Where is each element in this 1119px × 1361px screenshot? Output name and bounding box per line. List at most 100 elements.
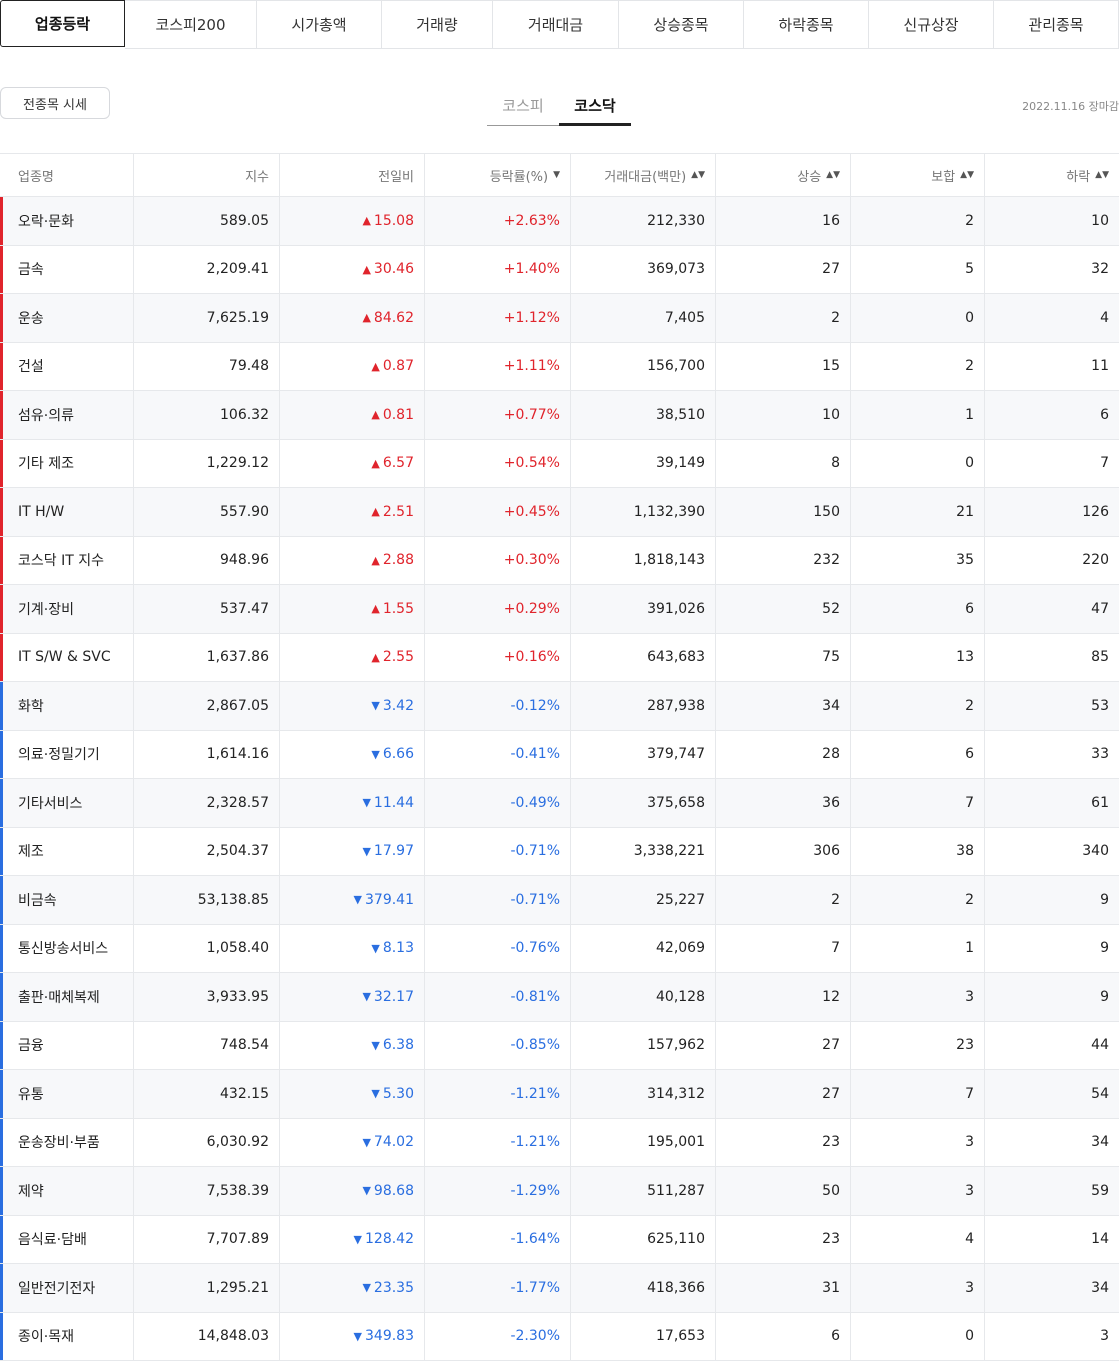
sector-name[interactable]: 운송장비·부품	[0, 1119, 134, 1167]
table-header: 업종명 지수 전일비 등락률(%)▼ 거래대금(백만)▲▼ 상승▲▼ 보합▲▼ …	[0, 154, 1119, 197]
sector-name[interactable]: 기타서비스	[0, 779, 134, 827]
sector-name[interactable]: 건설	[0, 343, 134, 391]
tab-kosdaq[interactable]: 코스닥	[559, 86, 631, 124]
sector-name[interactable]: 기계·장비	[0, 585, 134, 633]
change-value: ▼11.44	[280, 779, 425, 827]
sector-name[interactable]: 섬유·의류	[0, 391, 134, 439]
table-row[interactable]: 금융748.54▼6.38-0.85%157,962272344	[0, 1022, 1119, 1071]
flat-count: 0	[851, 1313, 985, 1361]
trading-value: 25,227	[571, 876, 716, 924]
table-row[interactable]: 일반전기전자1,295.21▼23.35-1.77%418,36631334	[0, 1264, 1119, 1313]
change-rate: -0.85%	[425, 1022, 571, 1070]
sector-name[interactable]: 제조	[0, 828, 134, 876]
sort-icon[interactable]: ▲▼	[960, 170, 974, 180]
sector-name[interactable]: 출판·매체복제	[0, 973, 134, 1021]
tab-kospi[interactable]: 코스피	[487, 86, 559, 124]
table-row[interactable]: 화학2,867.05▼3.42-0.12%287,93834253	[0, 682, 1119, 731]
table-row[interactable]: 비금속53,138.85▼379.41-0.71%25,227229	[0, 876, 1119, 925]
sector-name[interactable]: IT S/W & SVC	[0, 634, 134, 682]
sector-name[interactable]: IT H/W	[0, 488, 134, 536]
col-change: 전일비	[280, 154, 425, 196]
tab-sector[interactable]: 업종등락	[0, 0, 125, 47]
col-rise[interactable]: 상승▲▼	[716, 154, 851, 196]
change-rate: +1.12%	[425, 294, 571, 342]
table-row[interactable]: 제약7,538.39▼98.68-1.29%511,28750359	[0, 1167, 1119, 1216]
change-value: ▼5.30	[280, 1070, 425, 1118]
table-row[interactable]: 운송장비·부품6,030.92▼74.02-1.21%195,00123334	[0, 1119, 1119, 1168]
table-row[interactable]: 의료·정밀기기1,614.16▼6.66-0.41%379,74728633	[0, 731, 1119, 780]
sector-name[interactable]: 오락·문화	[0, 197, 134, 245]
tab-rising[interactable]: 상승종목	[619, 0, 744, 49]
rise-count: 2	[716, 876, 851, 924]
change-number: 0.81	[383, 407, 414, 423]
table-row[interactable]: 오락·문화589.05▲15.08+2.63%212,33016210	[0, 197, 1119, 246]
sort-icon[interactable]: ▲▼	[1095, 170, 1109, 180]
table-row[interactable]: 금속2,209.41▲30.46+1.40%369,07327532	[0, 246, 1119, 295]
sort-icon[interactable]: ▲▼	[826, 170, 840, 180]
sector-name[interactable]: 금속	[0, 246, 134, 294]
direction-bar	[0, 294, 3, 342]
index-value: 748.54	[134, 1022, 280, 1070]
table-row[interactable]: 출판·매체복제3,933.95▼32.17-0.81%40,1281239	[0, 973, 1119, 1022]
change-value: ▼379.41	[280, 876, 425, 924]
sort-icon[interactable]: ▲▼	[691, 170, 705, 180]
tab-falling[interactable]: 하락종목	[744, 0, 869, 49]
sector-name[interactable]: 운송	[0, 294, 134, 342]
sector-name[interactable]: 종이·목재	[0, 1313, 134, 1361]
trading-value: 3,338,221	[571, 828, 716, 876]
table-row[interactable]: IT H/W557.90▲2.51+0.45%1,132,39015021126	[0, 488, 1119, 537]
col-fall[interactable]: 하락▲▼	[985, 154, 1119, 196]
col-trading-value[interactable]: 거래대금(백만) ▲▼	[571, 154, 716, 196]
table-row[interactable]: 기계·장비537.47▲1.55+0.29%391,02652647	[0, 585, 1119, 634]
change-rate: +0.77%	[425, 391, 571, 439]
table-row[interactable]: 유통432.15▼5.30-1.21%314,31227754	[0, 1070, 1119, 1119]
table-row[interactable]: 기타 제조1,229.12▲6.57+0.54%39,149807	[0, 440, 1119, 489]
tab-kospi200[interactable]: 코스피200	[125, 0, 257, 49]
table-row[interactable]: 종이·목재14,848.03▼349.83-2.30%17,653603	[0, 1313, 1119, 1361]
direction-bar	[0, 828, 3, 876]
sector-name[interactable]: 일반전기전자	[0, 1264, 134, 1312]
sector-name[interactable]: 금융	[0, 1022, 134, 1070]
change-number: 3.42	[383, 698, 414, 714]
sector-name[interactable]: 의료·정밀기기	[0, 731, 134, 779]
table-row[interactable]: 코스닥 IT 지수948.96▲2.88+0.30%1,818,14323235…	[0, 537, 1119, 586]
change-rate: +0.54%	[425, 440, 571, 488]
sector-name[interactable]: 음식료·담배	[0, 1216, 134, 1264]
tab-new-listing[interactable]: 신규상장	[869, 0, 994, 49]
col-rate[interactable]: 등락률(%)▼	[425, 154, 571, 196]
table-row[interactable]: 섬유·의류106.32▲0.81+0.77%38,5101016	[0, 391, 1119, 440]
sector-name[interactable]: 기타 제조	[0, 440, 134, 488]
sector-name[interactable]: 유통	[0, 1070, 134, 1118]
direction-bar	[0, 779, 3, 827]
fall-count: 9	[985, 925, 1119, 973]
table-row[interactable]: 운송7,625.19▲84.62+1.12%7,405204	[0, 294, 1119, 343]
trading-value: 1,132,390	[571, 488, 716, 536]
col-flat[interactable]: 보합▲▼	[851, 154, 985, 196]
table-row[interactable]: 기타서비스2,328.57▼11.44-0.49%375,65836761	[0, 779, 1119, 828]
sort-desc-icon[interactable]: ▼	[553, 170, 560, 180]
sector-name[interactable]: 비금속	[0, 876, 134, 924]
triangle-down-icon: ▼	[371, 1039, 379, 1052]
rise-count: 232	[716, 537, 851, 585]
table-row[interactable]: 건설79.48▲0.87+1.11%156,70015211	[0, 343, 1119, 392]
table-row[interactable]: 제조2,504.37▼17.97-0.71%3,338,22130638340	[0, 828, 1119, 877]
sector-name[interactable]: 제약	[0, 1167, 134, 1215]
rise-count: 2	[716, 294, 851, 342]
table-row[interactable]: 음식료·담배7,707.89▼128.42-1.64%625,11023414	[0, 1216, 1119, 1265]
sector-name[interactable]: 통신방송서비스	[0, 925, 134, 973]
flat-count: 13	[851, 634, 985, 682]
change-number: 30.46	[374, 261, 414, 277]
sector-name[interactable]: 화학	[0, 682, 134, 730]
tab-managed[interactable]: 관리종목	[994, 0, 1119, 49]
tab-market-cap[interactable]: 시가총액	[257, 0, 382, 49]
all-quotes-button[interactable]: 전종목 시세	[0, 87, 110, 119]
table-row[interactable]: IT S/W & SVC1,637.86▲2.55+0.16%643,68375…	[0, 634, 1119, 683]
change-number: 8.13	[383, 940, 414, 956]
table-row[interactable]: 통신방송서비스1,058.40▼8.13-0.76%42,069719	[0, 925, 1119, 974]
tab-trading-value[interactable]: 거래대금	[493, 0, 619, 49]
col-label: 거래대금(백만)	[604, 166, 686, 185]
change-number: 98.68	[374, 1183, 414, 1199]
tab-volume[interactable]: 거래량	[382, 0, 493, 49]
rise-count: 8	[716, 440, 851, 488]
sector-name[interactable]: 코스닥 IT 지수	[0, 537, 134, 585]
